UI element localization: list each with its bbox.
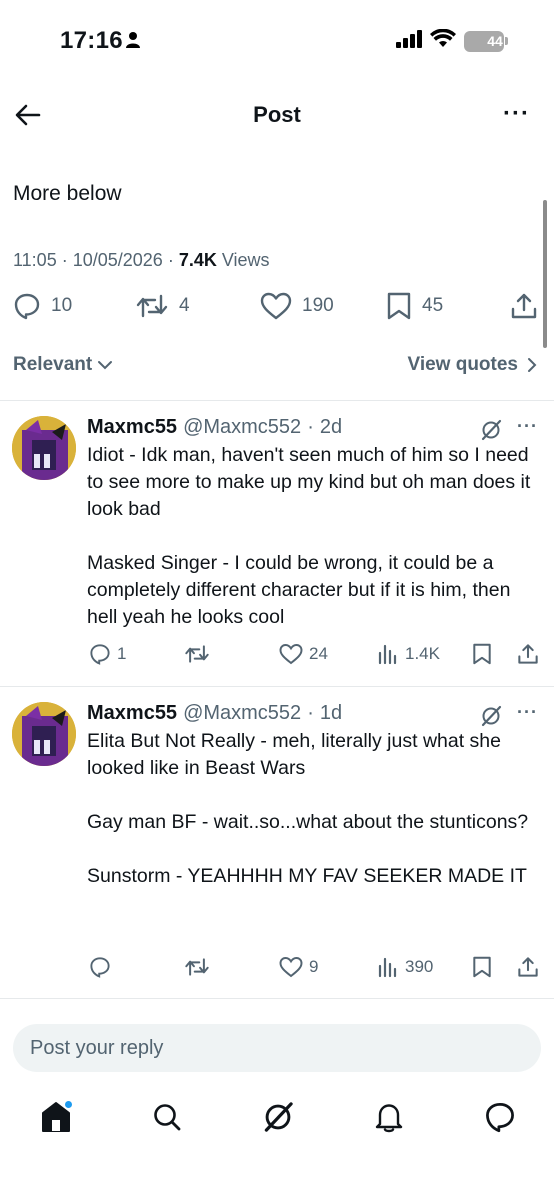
battery-level: 44	[487, 33, 503, 49]
bookmark-button[interactable]: 45	[386, 292, 443, 320]
messages-icon	[486, 1103, 514, 1133]
repost-icon	[185, 958, 209, 976]
reply-author-handle[interactable]: @Maxmc552	[183, 702, 301, 725]
post-views-count: 7.4K	[178, 250, 217, 270]
tab-notifications[interactable]	[373, 1095, 405, 1139]
bottom-tab-bar	[0, 1095, 554, 1145]
reply-icon	[90, 644, 110, 665]
reply-icon	[14, 293, 40, 320]
post-header: Post ···	[0, 84, 554, 146]
reply-input[interactable]: Post your reply	[13, 1024, 541, 1072]
heart-icon	[279, 957, 303, 978]
reply-more-options[interactable]: ···	[517, 702, 538, 723]
reply-like-button[interactable]: 24	[279, 643, 328, 665]
reply-count: 10	[51, 295, 73, 316]
bookmark-icon	[387, 292, 411, 320]
reply-author-name[interactable]: Maxmc55	[87, 416, 177, 439]
reply-share-button[interactable]	[517, 643, 539, 665]
heart-icon	[279, 644, 303, 665]
battery-icon: 44	[464, 30, 508, 52]
reply-item[interactable]: Maxmc55 @Maxmc552 · 2d ··· Idiot - Idk m…	[0, 400, 554, 686]
like-count: 190	[302, 295, 334, 316]
divider	[0, 998, 554, 999]
chevron-down-icon	[98, 361, 113, 370]
heart-icon	[260, 292, 292, 320]
reply-header: Maxmc55 @Maxmc552 · 1d	[87, 702, 343, 725]
analytics-icon	[378, 644, 397, 665]
reply-like-button[interactable]: 9	[279, 956, 318, 978]
bookmark-count: 45	[422, 295, 444, 316]
share-icon	[511, 293, 537, 319]
sort-label: Relevant	[13, 354, 93, 375]
share-icon	[518, 644, 538, 664]
reply-view-count: 1.4K	[405, 644, 440, 663]
reply-icon	[90, 957, 110, 978]
reply-like-count: 9	[309, 957, 319, 976]
avatar[interactable]	[12, 416, 76, 480]
post-views-label: Views	[221, 250, 270, 270]
bookmark-icon	[473, 643, 491, 665]
scrollbar[interactable]	[543, 200, 547, 348]
share-icon	[518, 957, 538, 977]
reply-more-options[interactable]: ···	[517, 416, 538, 437]
reply-author-handle[interactable]: @Maxmc552	[183, 416, 301, 439]
share-button[interactable]	[510, 292, 538, 320]
reply-reply-button[interactable]: 1	[89, 643, 126, 665]
tab-messages[interactable]	[484, 1095, 516, 1139]
reply-button[interactable]: 10	[13, 292, 72, 320]
reply-bookmark-button[interactable]	[472, 956, 492, 978]
bell-icon	[375, 1104, 403, 1133]
reply-views[interactable]: 390	[377, 956, 433, 978]
reply-repost-button[interactable]	[184, 956, 210, 978]
reply-text: Elita But Not Really - meh, literally ju…	[87, 730, 529, 887]
grok-icon	[264, 1102, 293, 1132]
chevron-right-icon	[528, 358, 537, 372]
reply-bookmark-button[interactable]	[472, 643, 492, 665]
reply-share-button[interactable]	[517, 956, 539, 978]
reply-views[interactable]: 1.4K	[377, 643, 440, 665]
post-meta: 11:05 · 10/05/2026 · 7.4K Views	[13, 250, 270, 270]
reply-like-count: 24	[309, 644, 328, 663]
avatar[interactable]	[12, 702, 76, 766]
reply-text: Idiot - Idk man, haven't seen much of hi…	[87, 444, 531, 628]
repost-button[interactable]: 4	[135, 292, 190, 320]
wifi-icon	[430, 28, 456, 53]
repost-icon	[185, 645, 209, 663]
view-quotes-link[interactable]: View quotes	[407, 354, 538, 376]
reply-age: 2d	[319, 416, 343, 438]
status-time: 17:16	[60, 27, 123, 54]
reply-age: 1d	[319, 702, 343, 724]
search-icon	[154, 1104, 181, 1131]
reply-reply-button[interactable]	[89, 956, 111, 978]
cellular-signal-icon	[396, 29, 422, 53]
reply-author-name[interactable]: Maxmc55	[87, 702, 177, 725]
repost-icon	[136, 294, 168, 318]
page-title: Post	[253, 102, 301, 127]
post-text: More below	[13, 182, 122, 205]
bookmark-icon	[473, 956, 491, 978]
post-time: 11:05	[13, 250, 57, 270]
tab-search[interactable]	[151, 1095, 183, 1139]
reply-header: Maxmc55 @Maxmc552 · 2d	[87, 416, 343, 439]
more-options-button[interactable]: ···	[503, 102, 530, 126]
reply-view-count: 390	[405, 957, 434, 976]
like-button[interactable]: 190	[260, 292, 334, 320]
sort-dropdown[interactable]: Relevant	[13, 354, 113, 376]
tab-home[interactable]	[40, 1095, 72, 1139]
notification-dot	[65, 1101, 72, 1108]
post-date: 10/05/2026	[72, 250, 163, 270]
reply-repost-button[interactable]	[184, 643, 210, 665]
view-quotes-label: View quotes	[407, 354, 518, 375]
person-icon	[126, 31, 140, 54]
sort-row: Relevant View quotes	[13, 354, 538, 382]
repost-count: 4	[179, 295, 190, 316]
post-actions: 10 4 190 45	[0, 292, 554, 326]
reply-reply-count: 1	[117, 644, 127, 663]
status-bar: 17:16 44	[0, 0, 554, 84]
analytics-icon	[378, 957, 397, 978]
status-icons: 44	[396, 28, 508, 53]
reply-input-placeholder: Post your reply	[30, 1036, 164, 1059]
reply-item[interactable]: Maxmc55 @Maxmc552 · 1d ··· Elita But Not…	[0, 686, 554, 998]
tab-grok[interactable]	[262, 1095, 294, 1139]
